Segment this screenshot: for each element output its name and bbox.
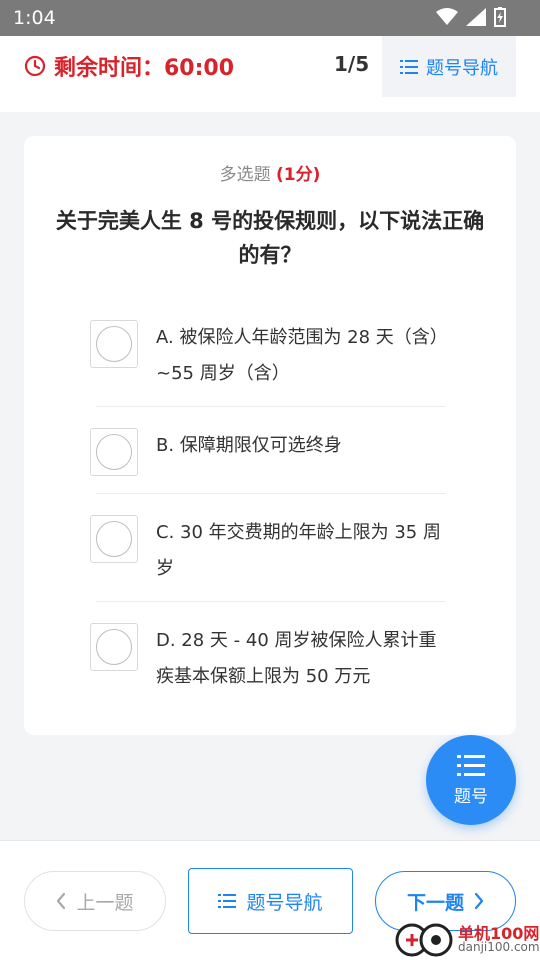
chevron-right-icon: [474, 892, 484, 910]
divider: [96, 601, 446, 602]
question-type-label: 多选题: [219, 165, 271, 185]
previous-question-button[interactable]: 上一题: [24, 871, 166, 931]
option-label: D. 28 天 - 40 周岁被保险人累计重疾基本保额上限为 50 万元: [156, 630, 437, 687]
checkbox[interactable]: [90, 515, 138, 563]
countdown-timer: 剩余时间：60:00: [24, 50, 234, 82]
question-card: 多选题 (1分) 关于完美人生 8 号的投保规则，以下说法正确的有？ A. 被保…: [24, 136, 516, 735]
option-label: A. 被保险人年龄范围为 28 天（含）~55 周岁（含）: [156, 327, 439, 384]
checkbox-circle-icon: [96, 326, 132, 362]
divider: [96, 493, 446, 494]
watermark: 单机100网 danji100.com: [392, 918, 540, 960]
checkbox-circle-icon: [96, 434, 132, 470]
checkbox-circle-icon: [96, 629, 132, 665]
question-score: (1分): [276, 165, 321, 185]
status-bar: 1:04: [0, 0, 540, 36]
list-icon: [400, 59, 418, 74]
status-icons: [436, 7, 506, 27]
wifi-icon: [436, 8, 458, 25]
checkbox[interactable]: [90, 623, 138, 671]
question-number-fab[interactable]: 题号: [426, 735, 516, 825]
fab-label: 题号: [454, 786, 488, 807]
question-title: 关于完美人生 8 号的投保规则，以下说法正确的有？: [55, 209, 485, 267]
battery-icon: [494, 7, 506, 27]
status-time: 1:04: [13, 7, 56, 29]
footer-nav-button[interactable]: 题号导航: [188, 868, 353, 934]
checkbox-circle-icon: [96, 521, 132, 557]
checkbox[interactable]: [90, 320, 138, 368]
list-icon: [218, 894, 237, 908]
divider: [96, 406, 446, 407]
nav-button-label: 题号导航: [426, 57, 498, 79]
chevron-left-icon: [57, 892, 66, 910]
previous-button-label: 上一题: [76, 891, 134, 914]
question-nav-button[interactable]: 题号导航: [382, 36, 516, 97]
next-button-label: 下一题: [406, 891, 464, 914]
option-label: C. 30 年交费期的年龄上限为 35 周岁: [156, 522, 441, 579]
watermark-url: danji100.com: [458, 940, 540, 954]
footer-nav-label: 题号导航: [246, 891, 323, 914]
clock-icon: [24, 55, 46, 77]
list-icon: [457, 754, 485, 776]
signal-icon: [466, 8, 486, 26]
exam-header: 剩余时间：60:00 1/5 题号导航: [0, 36, 540, 112]
question-progress: 1/5: [334, 52, 370, 76]
watermark-logo-icon: [395, 923, 453, 957]
option-label: B. 保障期限仅可选终身: [156, 435, 342, 456]
timer-label: 剩余时间：60:00: [54, 56, 235, 81]
checkbox[interactable]: [90, 428, 138, 476]
question-type: 多选题 (1分): [24, 160, 516, 185]
